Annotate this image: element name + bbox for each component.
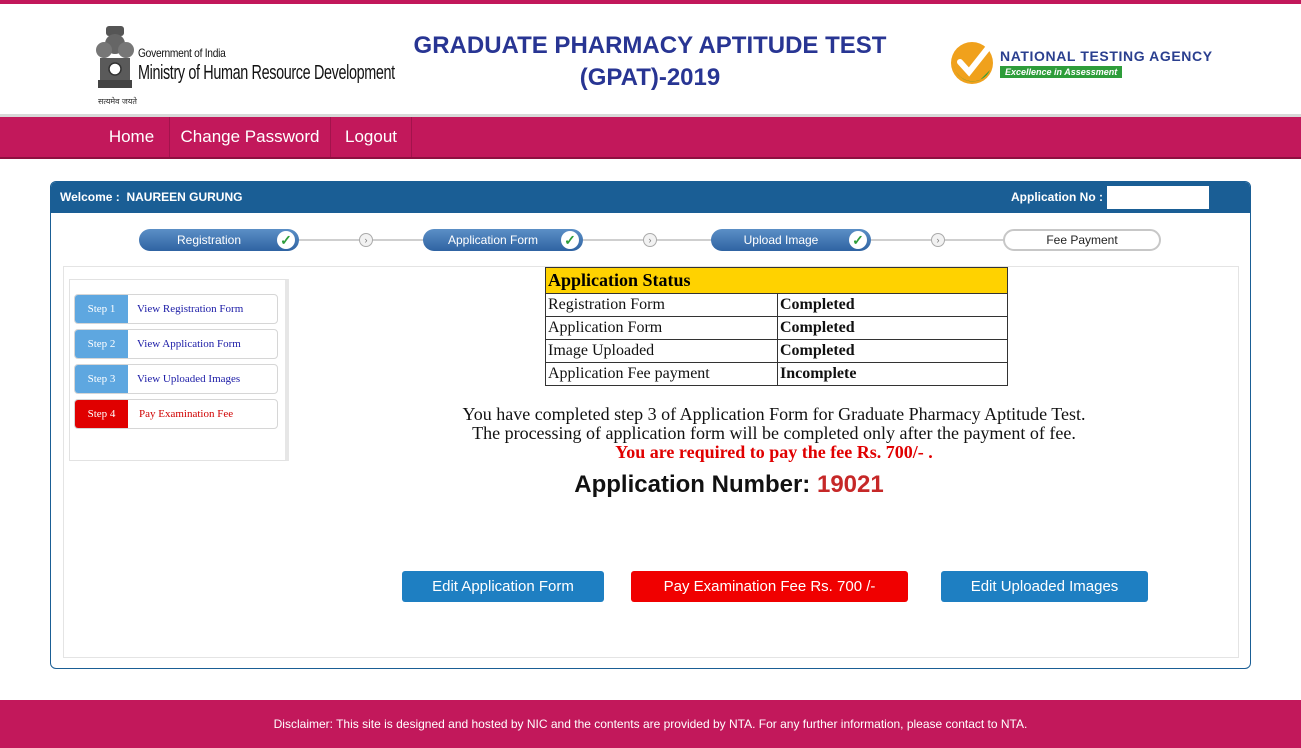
application-panel: Welcome : NAUREEN GURUNG Application No …	[50, 181, 1251, 669]
table-row: Registration Form Completed	[545, 293, 1008, 317]
progress-step-upload-image: Upload Image ✓	[711, 229, 871, 251]
page-title-line2: (GPAT)-2019	[579, 64, 721, 91]
step-badge: Step 4	[75, 400, 128, 428]
progress-step-registration: Registration ✓	[139, 229, 299, 251]
nta-logo: NATIONAL TESTING AGENCY Excellence in As…	[950, 40, 1220, 90]
status-table-heading: Application Status	[545, 267, 1008, 294]
status-value: Completed	[777, 339, 1008, 363]
welcome-name: NAUREEN GURUNG	[126, 190, 243, 204]
message-line1: You have completed step 3 of Application…	[462, 404, 1086, 424]
status-value: Completed	[777, 316, 1008, 340]
edit-uploaded-images-button[interactable]: Edit Uploaded Images	[941, 571, 1148, 602]
page-title: GRADUATE PHARMACY APTITUDE TEST (GPAT)-2…	[400, 30, 900, 94]
fee-alert: You are required to pay the fee Rs. 700/…	[615, 442, 933, 462]
nta-name: NATIONAL TESTING AGENCY	[1000, 48, 1213, 64]
status-item: Registration Form	[545, 293, 778, 317]
site-header: Government of India Ministry of Human Re…	[0, 4, 1301, 116]
status-value: Completed	[777, 293, 1008, 317]
status-item: Image Uploaded	[545, 339, 778, 363]
progress-step-fee-payment: Fee Payment	[1003, 229, 1161, 251]
step-badge: Step 2	[75, 330, 128, 358]
emblem-motto: सत्यमेव जयते	[98, 97, 137, 106]
panel-header: Welcome : NAUREEN GURUNG Application No …	[51, 182, 1250, 213]
moe-govt-label: Government of India	[138, 46, 226, 60]
sidebar-step-3[interactable]: Step 3 View Uploaded Images	[74, 364, 278, 394]
table-row: Image Uploaded Completed	[545, 339, 1008, 363]
application-number-value: 19021	[816, 471, 884, 498]
chevron-right-icon: ›	[931, 233, 945, 247]
content-area: Step 1 View Registration Form Step 2 Vie…	[63, 266, 1239, 658]
chevron-right-icon: ›	[359, 233, 373, 247]
welcome-label: Welcome :	[60, 190, 120, 204]
nav-home[interactable]: Home	[94, 117, 170, 157]
status-value: Incomplete	[777, 362, 1008, 386]
progress-step-application-form: Application Form ✓	[423, 229, 583, 251]
sidebar-step-2[interactable]: Step 2 View Application Form	[74, 329, 278, 359]
nta-check-logo-icon	[951, 42, 993, 84]
application-number-label: Application Number:	[574, 471, 811, 498]
nav-change-password[interactable]: Change Password	[170, 117, 331, 157]
table-row: Application Form Completed	[545, 316, 1008, 340]
step-link[interactable]: View Uploaded Images	[137, 365, 240, 393]
progress-tracker: Registration ✓ › Application Form ✓ › Up…	[51, 213, 1250, 259]
edit-application-form-button[interactable]: Edit Application Form	[402, 571, 604, 602]
status-item: Application Fee payment	[545, 362, 778, 386]
moe-logo: Government of India Ministry of Human Re…	[94, 22, 395, 108]
page-title-line1: GRADUATE PHARMACY APTITUDE TEST	[413, 32, 887, 59]
steps-sidebar: Step 1 View Registration Form Step 2 Vie…	[69, 279, 289, 461]
nav-logout[interactable]: Logout	[331, 117, 412, 157]
application-status-table: Application Status Registration Form Com…	[545, 267, 1008, 386]
checkmark-icon: ✓	[561, 231, 579, 249]
nta-tagline: Excellence in Assessment	[1000, 66, 1123, 78]
moe-ministry-label: Ministry of Human Resource Development	[138, 62, 395, 84]
application-no-field	[1107, 186, 1209, 209]
step-link[interactable]: Pay Examination Fee	[139, 400, 233, 428]
progress-step-label: Upload Image	[743, 233, 819, 247]
application-number: Application Number: 19021	[364, 471, 1094, 499]
progress-step-label: Registration	[176, 233, 242, 247]
pay-examination-fee-button[interactable]: Pay Examination Fee Rs. 700 /-	[631, 571, 908, 602]
progress-step-label: Fee Payment	[1046, 233, 1118, 247]
step-link[interactable]: View Registration Form	[137, 295, 243, 323]
chevron-right-icon: ›	[643, 233, 657, 247]
completion-message: You have completed step 3 of Application…	[364, 405, 1184, 462]
main-nav: Home Change Password Logout	[0, 117, 1301, 159]
checkmark-icon: ✓	[277, 231, 295, 249]
step-badge: Step 1	[75, 295, 128, 323]
status-item: Application Form	[545, 316, 778, 340]
sidebar-step-4[interactable]: Step 4 Pay Examination Fee	[74, 399, 278, 429]
welcome-text: Welcome : NAUREEN GURUNG	[60, 190, 242, 204]
footer-disclaimer: Disclaimer: This site is designed and ho…	[0, 700, 1301, 748]
sidebar-step-1[interactable]: Step 1 View Registration Form	[74, 294, 278, 324]
progress-step-label: Application Form	[447, 233, 539, 247]
message-line2: The processing of application form will …	[472, 423, 1076, 443]
step-badge: Step 3	[75, 365, 128, 393]
step-link[interactable]: View Application Form	[137, 330, 241, 358]
table-row: Application Fee payment Incomplete	[545, 362, 1008, 386]
application-no-label: Application No :	[1011, 190, 1103, 204]
checkmark-icon: ✓	[849, 231, 867, 249]
